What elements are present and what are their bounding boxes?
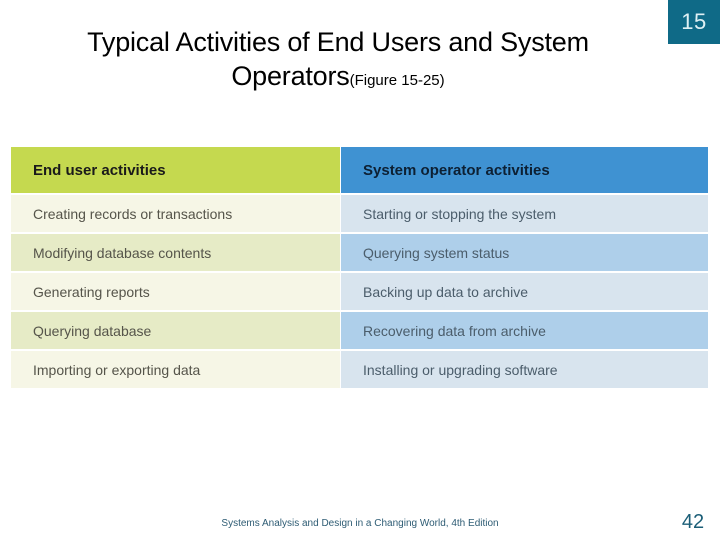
cell-end-user-activity: Importing or exporting data	[11, 351, 340, 388]
activities-table: End user activities System operator acti…	[10, 145, 709, 390]
table-row: Creating records or transactions Startin…	[11, 195, 708, 232]
cell-system-operator-activity: Installing or upgrading software	[341, 351, 708, 388]
cell-system-operator-activity: Querying system status	[341, 234, 708, 271]
table-row: Generating reports Backing up data to ar…	[11, 273, 708, 310]
cell-end-user-activity: Generating reports	[11, 273, 340, 310]
cell-system-operator-activity: Starting or stopping the system	[341, 195, 708, 232]
table-row: Modifying database contents Querying sys…	[11, 234, 708, 271]
title-line-1: Typical Activities of End Users and Syst…	[87, 27, 589, 57]
column-header-system-operator-activities: System operator activities	[341, 147, 708, 193]
footer-credit: Systems Analysis and Design in a Changin…	[221, 518, 499, 529]
title-figure-reference: (Figure 15-25)	[349, 72, 445, 89]
cell-system-operator-activity: Recovering data from archive	[341, 312, 708, 349]
title-line-2: Operators(Figure 15-25)	[20, 60, 656, 97]
cell-end-user-activity: Modifying database contents	[11, 234, 340, 271]
table-header-row: End user activities System operator acti…	[11, 147, 708, 193]
cell-system-operator-activity: Backing up data to archive	[341, 273, 708, 310]
cell-end-user-activity: Creating records or transactions	[11, 195, 340, 232]
column-header-end-user-activities: End user activities	[11, 147, 340, 193]
table-row: Querying database Recovering data from a…	[11, 312, 708, 349]
cell-end-user-activity: Querying database	[11, 312, 340, 349]
footer-page-number: 42	[681, 511, 705, 533]
title-line-2-main: Operators	[231, 61, 350, 91]
table-row: Importing or exporting data Installing o…	[11, 351, 708, 388]
page-title: Typical Activities of End Users and Syst…	[20, 26, 656, 97]
slide-number-badge: 15	[668, 0, 720, 44]
activities-table-container: End user activities System operator acti…	[10, 145, 708, 390]
